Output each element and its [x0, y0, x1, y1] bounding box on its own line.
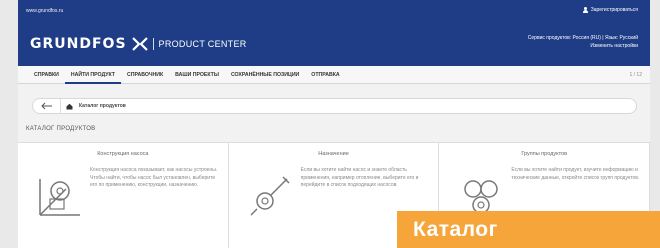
- back-arrow-icon: [40, 102, 52, 110]
- logo-wordmark: GRUNDFOS: [30, 36, 127, 52]
- breadcrumb-current[interactable]: Каталог продуктов: [79, 103, 126, 109]
- card-title: Группы продуктов: [521, 151, 568, 157]
- catalog-banner: Каталог: [397, 211, 660, 248]
- pump-design-icon: [39, 179, 80, 216]
- site-header: www.grundfos.ru Зарегистрироваться GRUND…: [18, 0, 650, 66]
- card-title: Назначение: [318, 151, 349, 157]
- home-icon: [66, 103, 72, 109]
- account-link[interactable]: Зарегистрироваться: [582, 7, 638, 13]
- back-button[interactable]: [33, 99, 61, 113]
- site-url[interactable]: www.grundfos.ru: [26, 8, 63, 14]
- person-icon: [582, 7, 588, 13]
- logo-separator: [152, 38, 154, 50]
- main-nav: СПРАВКИ НАЙТИ ПРОДУКТ СПРАВОЧНИК ВАШИ ПР…: [18, 66, 650, 84]
- application-icon: [250, 176, 290, 216]
- card-description: Если вы хотите найти продукт, изучите ин…: [511, 167, 640, 181]
- card-title: Конструкция насоса: [97, 151, 149, 157]
- breadcrumb-bar: Каталог продуктов: [32, 98, 637, 114]
- page: www.grundfos.ru Зарегистрироваться GRUND…: [0, 0, 660, 248]
- nav-item-help[interactable]: СПРАВКИ: [28, 66, 65, 84]
- grundfos-logo[interactable]: GRUNDFOS PRODUCT CENTER: [30, 36, 247, 52]
- card-pump-design[interactable]: Конструкция насоса Конструкция насоса по…: [18, 143, 229, 248]
- nav-page-indicator: 1 / 12: [629, 72, 642, 78]
- home-button[interactable]: [61, 99, 77, 113]
- logo-subtitle: PRODUCT CENTER: [158, 39, 247, 49]
- account-label: Зарегистрироваться: [590, 7, 638, 13]
- card-description: Конструкция насоса показывает, как насос…: [90, 167, 218, 188]
- region-settings[interactable]: Сервис продуктов: Россия (RU) | Язык: Ру…: [528, 34, 638, 50]
- card-description: Если вы хотите найти насос и знаете обла…: [300, 167, 419, 188]
- nav-item-reference[interactable]: СПРАВОЧНИК: [121, 66, 169, 84]
- nav-item-saved[interactable]: СОХРАНЁННЫЕ ПОЗИЦИИ: [225, 66, 305, 84]
- nav-item-send[interactable]: ОТПРАВКА: [305, 66, 345, 84]
- nav-item-projects[interactable]: ВАШИ ПРОЕКТЫ: [169, 66, 225, 84]
- region-line: Сервис продуктов: Россия (RU) | Язык: Ру…: [527, 35, 638, 41]
- change-settings-link[interactable]: Изменить настройки: [528, 42, 638, 50]
- nav-item-find-product[interactable]: НАЙТИ ПРОДУКТ: [64, 66, 121, 84]
- section-title: КАТАЛОГ ПРОДУКТОВ: [26, 126, 96, 132]
- logo-x-icon: [131, 37, 148, 51]
